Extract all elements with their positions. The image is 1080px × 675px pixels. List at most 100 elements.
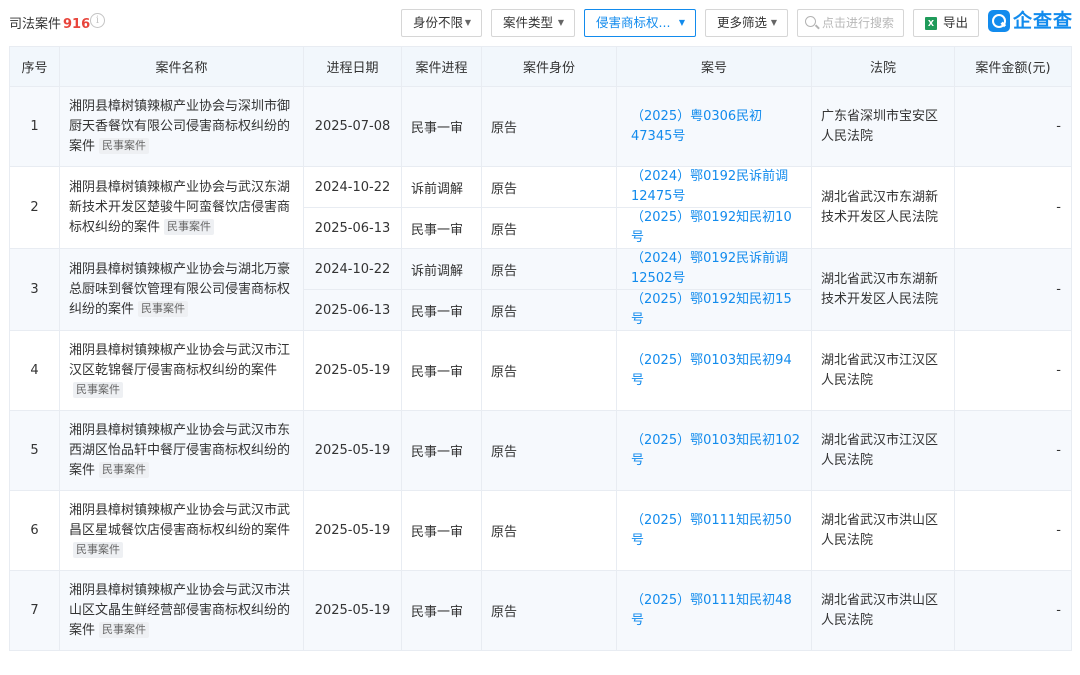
- progress-date: 2025-07-08: [303, 86, 402, 167]
- progress-stage: 民事一审: [401, 289, 482, 331]
- toolbar: 司法案件 916 i 身份不限 ▼ 案件类型 ▼ 侵害商标权... ▼ 更多筛选 …: [0, 0, 1080, 46]
- case-type-badge: 民事案件: [164, 218, 215, 235]
- progress-date: 2025-05-19: [303, 330, 402, 411]
- progress-date: 2025-06-13: [303, 207, 402, 249]
- case-amount: -: [954, 570, 1072, 651]
- progress-date: 2024-10-22: [303, 166, 402, 208]
- case-number-link[interactable]: （2025）鄂0111知民初48号: [616, 570, 812, 651]
- case-name-cell[interactable]: 湘阴县樟树镇辣椒产业协会与深圳市御厨天香餐饮有限公司侵害商标权纠纷的案件 民事案件: [59, 86, 304, 167]
- case-number-link[interactable]: （2025）粤0306民初47345号: [616, 86, 812, 167]
- more-filters-dropdown[interactable]: 更多筛选 ▼: [705, 9, 788, 37]
- table-row[interactable]: 7 湘阴县樟树镇辣椒产业协会与武汉市洪山区文晶生鲜经营部侵害商标权纠纷的案件 民事案…: [9, 570, 1072, 651]
- case-role: 原告: [481, 207, 617, 249]
- search-input[interactable]: [822, 10, 902, 36]
- row-index: 7: [9, 570, 60, 651]
- table-header-row: 序号 案件名称 进程日期 案件进程 案件身份 案号 法院 案件金额(元): [9, 46, 1072, 87]
- progress-stage: 诉前调解: [401, 248, 482, 290]
- title-text: 司法案件: [9, 17, 62, 32]
- case-name-cell[interactable]: 湘阴县樟树镇辣椒产业协会与武汉市东西湖区怡品轩中餐厅侵害商标权纠纷的案件 民事案件: [59, 410, 304, 491]
- case-type-badge: 民事案件: [99, 621, 150, 638]
- case-number-link[interactable]: （2025）鄂0192知民初15号: [616, 289, 812, 331]
- col-header-role: 案件身份: [481, 46, 617, 87]
- case-name-cell[interactable]: 湘阴县樟树镇辣椒产业协会与武汉市江汉区乾锦餐厅侵害商标权纠纷的案件民事案件: [59, 330, 304, 411]
- table-row[interactable]: 5 湘阴县樟树镇辣椒产业协会与武汉市东西湖区怡品轩中餐厅侵害商标权纠纷的案件 民事案…: [9, 410, 1072, 491]
- progress-stage: 民事一审: [401, 570, 482, 651]
- progress-stage: 民事一审: [401, 330, 482, 411]
- case-type-badge: 民事案件: [99, 137, 150, 154]
- court-name: 湖北省武汉市东湖新技术开发区人民法院: [811, 166, 955, 249]
- case-table: 序号 案件名称 进程日期 案件进程 案件身份 案号 法院 案件金额(元) 1 湘阴…: [9, 46, 1072, 651]
- row-index: 2: [9, 166, 60, 249]
- progress-stage: 民事一审: [401, 490, 482, 571]
- case-name[interactable]: 湘阴县樟树镇辣椒产业协会与武汉市武昌区星城餐饮店侵害商标权纠纷的案件: [69, 503, 290, 538]
- case-name-cell[interactable]: 湘阴县樟树镇辣椒产业协会与武汉东湖新技术开发区楚骏牛阿蛮餐饮店侵害商标权纠纷的案…: [59, 166, 304, 249]
- case-amount: -: [954, 86, 1072, 167]
- progress-stage: 民事一审: [401, 207, 482, 249]
- case-number-link[interactable]: （2025）鄂0103知民初102号: [616, 410, 812, 491]
- progress-date: 2025-06-13: [303, 289, 402, 331]
- progress-stage: 民事一审: [401, 86, 482, 167]
- row-index: 5: [9, 410, 60, 491]
- case-number-link[interactable]: （2024）鄂0192民诉前调12502号: [616, 248, 812, 290]
- case-type-badge: 民事案件: [73, 541, 123, 558]
- court-name: 湖北省武汉市江汉区人民法院: [811, 330, 955, 411]
- case-count: 916: [63, 17, 91, 32]
- export-label: 导出: [943, 15, 969, 30]
- court-name: 湖北省武汉市江汉区人民法院: [811, 410, 955, 491]
- row-index: 3: [9, 248, 60, 331]
- col-header-court: 法院: [811, 46, 955, 87]
- col-header-amount: 案件金额(元): [954, 46, 1072, 87]
- court-name: 湖北省武汉市洪山区人民法院: [811, 570, 955, 651]
- court-name: 湖北省武汉市东湖新技术开发区人民法院: [811, 248, 955, 331]
- col-header-case-number: 案号: [616, 46, 812, 87]
- case-amount: -: [954, 166, 1072, 249]
- case-number-link[interactable]: （2025）鄂0111知民初50号: [616, 490, 812, 571]
- cause-filter-dropdown[interactable]: 侵害商标权... ▼: [584, 9, 696, 37]
- identity-filter-dropdown[interactable]: 身份不限 ▼: [401, 9, 482, 37]
- case-name-cell[interactable]: 湘阴县樟树镇辣椒产业协会与武汉市洪山区文晶生鲜经营部侵害商标权纠纷的案件 民事案件: [59, 570, 304, 651]
- case-amount: -: [954, 248, 1072, 331]
- table-row[interactable]: 3 湘阴县樟树镇辣椒产业协会与湖北万豪总厨味到餐饮管理有限公司侵害商标权纠纷的案件…: [9, 248, 1072, 331]
- col-header-stage: 案件进程: [401, 46, 482, 87]
- row-index: 4: [9, 330, 60, 411]
- case-role: 原告: [481, 289, 617, 331]
- case-number-link[interactable]: （2025）鄂0103知民初94号: [616, 330, 812, 411]
- case-number-link[interactable]: （2025）鄂0192知民初10号: [616, 207, 812, 249]
- case-name[interactable]: 湘阴县樟树镇辣椒产业协会与武汉市江汉区乾锦餐厅侵害商标权纠纷的案件: [69, 343, 290, 378]
- table-row[interactable]: 6 湘阴县樟树镇辣椒产业协会与武汉市武昌区星城餐饮店侵害商标权纠纷的案件民事案件 2…: [9, 490, 1072, 571]
- table-row[interactable]: 4 湘阴县樟树镇辣椒产业协会与武汉市江汉区乾锦餐厅侵害商标权纠纷的案件民事案件 20…: [9, 330, 1072, 411]
- chevron-down-icon: ▼: [678, 18, 685, 27]
- excel-icon: X: [925, 17, 937, 30]
- case-role: 原告: [481, 570, 617, 651]
- export-button[interactable]: X 导出: [913, 9, 979, 37]
- table-row[interactable]: 1 湘阴县樟树镇辣椒产业协会与深圳市御厨天香餐饮有限公司侵害商标权纠纷的案件 民事案…: [9, 86, 1072, 167]
- case-number-link[interactable]: （2024）鄂0192民诉前调12475号: [616, 166, 812, 208]
- col-header-case-name: 案件名称: [59, 46, 304, 87]
- search-icon: [805, 16, 816, 27]
- court-name: 广东省深圳市宝安区人民法院: [811, 86, 955, 167]
- chevron-down-icon: ▼: [770, 18, 777, 27]
- chevron-down-icon: ▼: [557, 18, 564, 27]
- case-type-badge: 民事案件: [138, 300, 189, 317]
- court-name: 湖北省武汉市洪山区人民法院: [811, 490, 955, 571]
- progress-date: 2025-05-19: [303, 410, 402, 491]
- case-role: 原告: [481, 330, 617, 411]
- info-icon[interactable]: i: [90, 13, 105, 28]
- progress-stage: 诉前调解: [401, 166, 482, 208]
- case-role: 原告: [481, 166, 617, 208]
- identity-filter-label: 身份不限: [413, 15, 464, 30]
- page-title: 司法案件 916: [9, 13, 90, 32]
- case-type-filter-label: 案件类型: [503, 15, 554, 30]
- case-role: 原告: [481, 86, 617, 167]
- search-box[interactable]: [797, 9, 904, 37]
- table-body: 1 湘阴县樟树镇辣椒产业协会与深圳市御厨天香餐饮有限公司侵害商标权纠纷的案件 民事案…: [9, 86, 1072, 651]
- progress-date: 2025-05-19: [303, 570, 402, 651]
- chevron-down-icon: ▼: [464, 18, 471, 27]
- case-name-cell[interactable]: 湘阴县樟树镇辣椒产业协会与湖北万豪总厨味到餐饮管理有限公司侵害商标权纠纷的案件民…: [59, 248, 304, 331]
- case-role: 原告: [481, 490, 617, 571]
- case-name-cell[interactable]: 湘阴县樟树镇辣椒产业协会与武汉市武昌区星城餐饮店侵害商标权纠纷的案件民事案件: [59, 490, 304, 571]
- col-header-date: 进程日期: [303, 46, 402, 87]
- case-type-badge: 民事案件: [73, 381, 123, 398]
- table-row[interactable]: 2 湘阴县樟树镇辣椒产业协会与武汉东湖新技术开发区楚骏牛阿蛮餐饮店侵害商标权纠纷的…: [9, 166, 1072, 249]
- case-type-filter-dropdown[interactable]: 案件类型 ▼: [491, 9, 575, 37]
